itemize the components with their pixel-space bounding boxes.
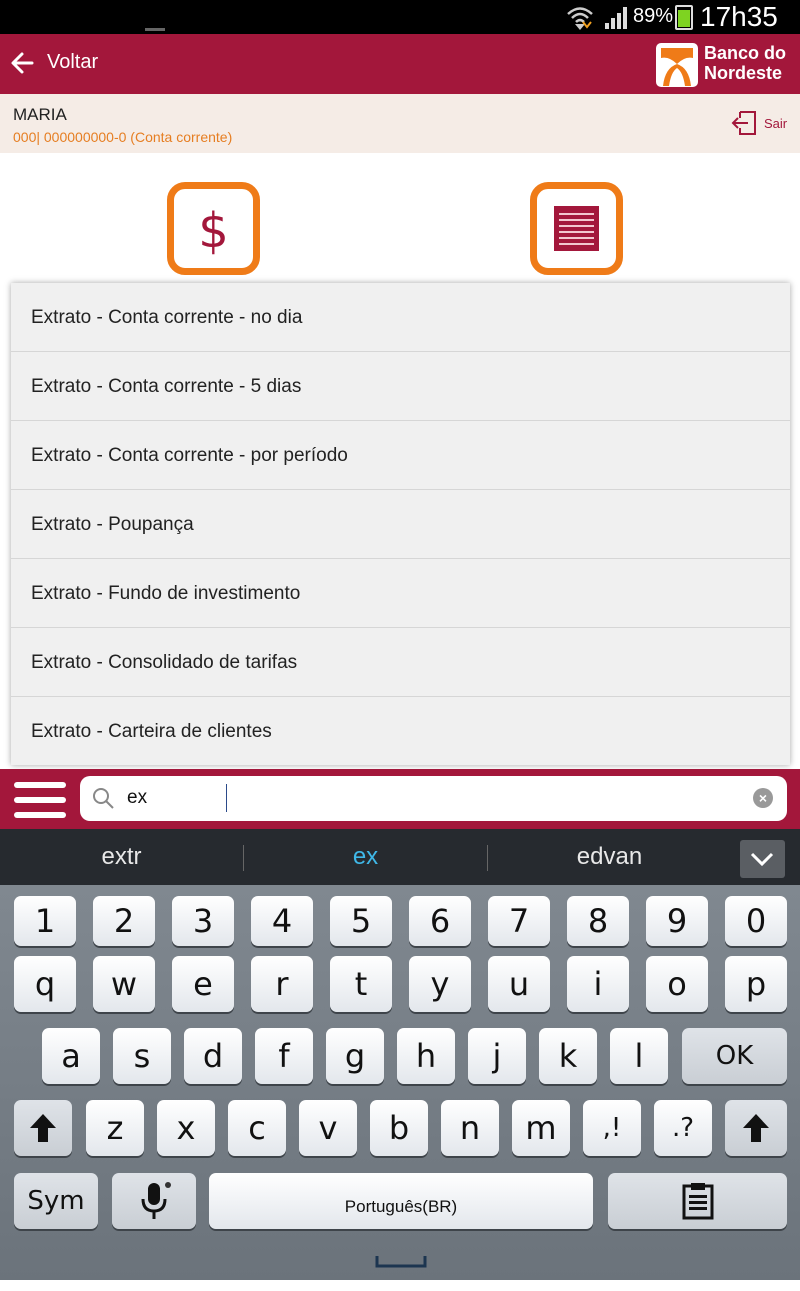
key-w[interactable]: w <box>93 956 155 1012</box>
key-t[interactable]: t <box>330 956 392 1012</box>
logout-icon[interactable] <box>730 108 760 138</box>
key-x[interactable]: x <box>157 1100 215 1156</box>
key-3[interactable]: 3 <box>172 896 234 946</box>
key-b[interactable]: b <box>370 1100 428 1156</box>
balance-tile[interactable]: $ <box>167 182 260 275</box>
key-f[interactable]: f <box>255 1028 313 1084</box>
clipboard-key[interactable] <box>608 1173 787 1229</box>
collapse-keyboard-button[interactable] <box>740 840 785 878</box>
keyboard: 1 2 3 4 5 6 7 8 9 0 q w e r t y u i o p a s d f g h j k l OK z x c v b n m,!… <box>0 885 800 1280</box>
dropdown-item[interactable]: Extrato - Conta corrente - no dia <box>11 283 790 352</box>
key-l[interactable]: l <box>610 1028 668 1084</box>
key-0[interactable]: 0 <box>725 896 787 946</box>
key-9[interactable]: 9 <box>646 896 708 946</box>
key-7[interactable]: 7 <box>488 896 550 946</box>
sym-key[interactable]: Sym <box>14 1173 98 1229</box>
key-c[interactable]: c <box>228 1100 286 1156</box>
key-q[interactable]: q <box>14 956 76 1012</box>
comma-key[interactable]: ,! <box>583 1100 641 1156</box>
shift-key-right[interactable] <box>725 1100 787 1156</box>
search-bar: × <box>0 769 800 829</box>
key-u[interactable]: u <box>488 956 550 1012</box>
shift-icon <box>30 1114 56 1142</box>
search-icon <box>93 788 114 809</box>
logout-button[interactable]: Sair <box>764 116 787 131</box>
dropdown-item[interactable]: Extrato - Conta corrente - por período <box>11 421 790 490</box>
key-2[interactable]: 2 <box>93 896 155 946</box>
key-n[interactable]: n <box>441 1100 499 1156</box>
key-o[interactable]: o <box>646 956 708 1012</box>
key-v[interactable]: v <box>299 1100 357 1156</box>
key-m[interactable]: m <box>512 1100 570 1156</box>
statement-icon <box>554 206 599 251</box>
key-y[interactable]: y <box>409 956 471 1012</box>
microphone-icon <box>141 1182 171 1219</box>
shift-key[interactable] <box>14 1100 72 1156</box>
dropdown-item[interactable]: Extrato - Carteira de clientes <box>11 697 790 766</box>
key-i[interactable]: i <box>567 956 629 1012</box>
bank-logo-icon <box>656 43 698 87</box>
space-bar-icon <box>375 1256 427 1268</box>
wifi-icon <box>567 7 593 30</box>
search-input[interactable] <box>125 783 725 813</box>
suggestion-item[interactable]: edvan <box>488 829 731 885</box>
ok-key[interactable]: OK <box>682 1028 787 1084</box>
user-info-bar: MARIA 000| 000000000-0 (Conta corrente) … <box>0 94 800 153</box>
key-d[interactable]: d <box>184 1028 242 1084</box>
space-key[interactable]: Português(BR) <box>209 1173 593 1268</box>
suggestion-item[interactable]: ex <box>244 829 487 885</box>
key-a[interactable]: a <box>42 1028 100 1084</box>
hamburger-menu-icon[interactable] <box>14 782 66 818</box>
dropdown-item[interactable]: Extrato - Consolidado de tarifas <box>11 628 790 697</box>
keyboard-suggestions: extr ex edvan <box>0 829 800 885</box>
key-s[interactable]: s <box>113 1028 171 1084</box>
period-key[interactable]: .? <box>654 1100 712 1156</box>
key-z[interactable]: z <box>86 1100 144 1156</box>
voice-input-key[interactable] <box>112 1173 196 1229</box>
clock: 17h35 <box>700 1 778 32</box>
key-g[interactable]: g <box>326 1028 384 1084</box>
back-button[interactable]: Voltar <box>47 51 98 74</box>
key-5[interactable]: 5 <box>330 896 392 946</box>
shift-icon <box>743 1114 769 1142</box>
signal-icon <box>605 7 627 29</box>
key-j[interactable]: j <box>468 1028 526 1084</box>
brand-name: Banco do Nordeste <box>704 43 787 83</box>
back-arrow-icon[interactable] <box>10 48 36 78</box>
key-h[interactable]: h <box>397 1028 455 1084</box>
key-6[interactable]: 6 <box>409 896 471 946</box>
key-r[interactable]: r <box>251 956 313 1012</box>
account-number: 000| 000000000-0 (Conta corrente) <box>13 129 233 145</box>
clipboard-icon <box>682 1183 713 1220</box>
chevron-down-icon <box>750 852 774 867</box>
battery-percent: 89% <box>633 5 674 27</box>
notification-icon <box>145 28 165 31</box>
space-language-label: Português(BR) <box>344 1197 458 1216</box>
search-field: × <box>80 776 787 821</box>
key-1[interactable]: 1 <box>14 896 76 946</box>
key-8[interactable]: 8 <box>567 896 629 946</box>
battery-icon <box>675 5 693 30</box>
app-header: Voltar Banco do Nordeste <box>0 34 800 94</box>
dropdown-item[interactable]: Extrato - Fundo de investimento <box>11 559 790 628</box>
statement-tile[interactable] <box>530 182 623 275</box>
key-e[interactable]: e <box>172 956 234 1012</box>
dropdown-item[interactable]: Extrato - Conta corrente - 5 dias <box>11 352 790 421</box>
status-bar: 89% 17h35 <box>0 0 800 34</box>
user-name: MARIA <box>13 105 67 124</box>
key-p[interactable]: p <box>725 956 787 1012</box>
text-cursor <box>226 784 227 812</box>
key-4[interactable]: 4 <box>251 896 313 946</box>
key-k[interactable]: k <box>539 1028 597 1084</box>
clear-icon[interactable]: × <box>753 788 773 808</box>
dollar-icon: $ <box>198 203 229 259</box>
search-results-dropdown: Extrato - Conta corrente - no dia Extrat… <box>11 283 790 765</box>
suggestion-item[interactable]: extr <box>0 829 243 885</box>
dropdown-item[interactable]: Extrato - Poupança <box>11 490 790 559</box>
